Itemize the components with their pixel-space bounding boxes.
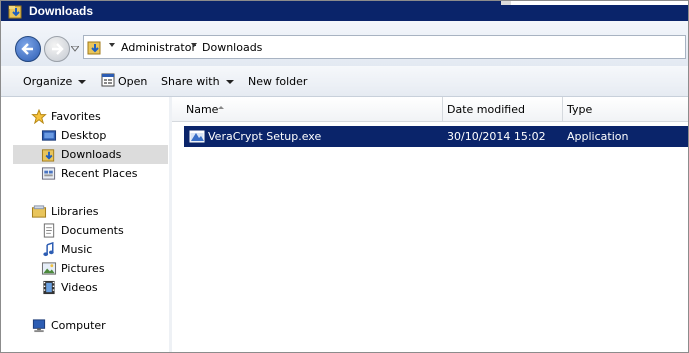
organize-label: Organize xyxy=(23,75,73,88)
forward-button[interactable] xyxy=(44,36,70,62)
share-with-label: Share with xyxy=(161,75,220,88)
column-date-modified-label: Date modified xyxy=(447,103,525,116)
downloads-folder-icon xyxy=(8,5,22,19)
downloads-folder-icon xyxy=(41,149,55,162)
column-type-label: Type xyxy=(567,103,593,116)
forward-arrow-icon xyxy=(52,43,64,55)
nav-pictures-label: Pictures xyxy=(61,262,105,275)
pictures-icon xyxy=(41,262,57,275)
breadcrumb-separator-icon[interactable] xyxy=(109,43,115,47)
computer-icon xyxy=(32,319,46,333)
nav-pictures[interactable]: Pictures xyxy=(1,259,169,278)
column-type[interactable]: Type xyxy=(563,97,688,121)
downloads-folder-icon xyxy=(87,41,101,55)
navigation-pane: Favorites Desktop Downloads Recent Place… xyxy=(1,97,170,352)
desktop-icon xyxy=(41,130,57,141)
chevron-down-icon xyxy=(225,80,234,84)
column-header-row: Name Date modified Type xyxy=(172,97,688,122)
libraries-icon xyxy=(31,205,47,218)
nav-documents-label: Documents xyxy=(61,224,124,237)
star-icon xyxy=(31,109,47,124)
column-name-label: Name xyxy=(186,103,219,116)
nav-desktop-label: Desktop xyxy=(61,129,107,142)
title-bar-edge-right xyxy=(511,1,688,5)
column-name[interactable]: Name xyxy=(172,97,443,121)
address-bar[interactable]: Administrator Downloads xyxy=(83,35,686,59)
breadcrumb-administrator[interactable]: Administrator xyxy=(121,41,196,54)
file-date-modified: 30/10/2014 15:02 xyxy=(447,130,546,143)
nav-computer-label: Computer xyxy=(51,319,106,332)
title-bar[interactable]: Downloads xyxy=(1,1,688,21)
open-app-icon xyxy=(101,73,115,87)
nav-favorites-label: Favorites xyxy=(51,110,101,123)
open-button[interactable]: Open xyxy=(118,75,147,88)
nav-downloads-label: Downloads xyxy=(61,148,122,161)
window-title: Downloads xyxy=(29,4,94,18)
nav-recent-places[interactable]: Recent Places xyxy=(1,164,169,183)
nav-documents[interactable]: Documents xyxy=(1,221,169,240)
nav-libraries-label: Libraries xyxy=(51,205,99,218)
nav-videos[interactable]: Videos xyxy=(1,278,169,297)
nav-recent-places-label: Recent Places xyxy=(61,167,138,180)
videos-icon xyxy=(43,280,55,295)
file-list[interactable]: Name Date modified Type VeraCrypt Setup.… xyxy=(172,97,688,352)
file-type: Application xyxy=(567,130,629,143)
address-row: Administrator Downloads xyxy=(1,21,688,66)
recent-pages-dropdown-icon[interactable] xyxy=(71,46,79,52)
nav-videos-label: Videos xyxy=(61,281,98,294)
back-button[interactable] xyxy=(15,36,41,62)
music-icon xyxy=(43,242,54,257)
file-row[interactable]: VeraCrypt Setup.exe 30/10/2014 15:02 App… xyxy=(184,126,688,147)
file-name: VeraCrypt Setup.exe xyxy=(208,130,322,143)
nav-downloads[interactable]: Downloads xyxy=(13,145,168,164)
nav-music-label: Music xyxy=(61,243,93,256)
breadcrumb-downloads[interactable]: Downloads xyxy=(202,41,262,54)
open-label: Open xyxy=(118,75,148,88)
installer-icon xyxy=(189,130,205,143)
nav-desktop[interactable]: Desktop xyxy=(1,126,169,145)
nav-favorites[interactable]: Favorites xyxy=(1,107,169,126)
nav-computer[interactable]: Computer xyxy=(1,316,169,335)
new-folder-button[interactable]: New folder xyxy=(248,75,307,88)
sort-ascending-icon xyxy=(218,106,224,109)
title-bar-edge xyxy=(501,1,511,5)
column-date-modified[interactable]: Date modified xyxy=(443,97,563,121)
recent-places-icon xyxy=(41,167,56,180)
share-with-button[interactable]: Share with xyxy=(161,75,234,88)
documents-icon xyxy=(43,223,55,238)
breadcrumb-separator-icon[interactable] xyxy=(191,43,197,47)
explorer-window: Downloads Administrator Downloads Organi… xyxy=(0,0,689,353)
new-folder-label: New folder xyxy=(248,75,308,88)
nav-libraries[interactable]: Libraries xyxy=(1,202,169,221)
organize-button[interactable]: Organize xyxy=(23,75,87,88)
back-arrow-icon xyxy=(21,43,33,55)
chevron-down-icon xyxy=(78,80,87,84)
nav-music[interactable]: Music xyxy=(1,240,169,259)
